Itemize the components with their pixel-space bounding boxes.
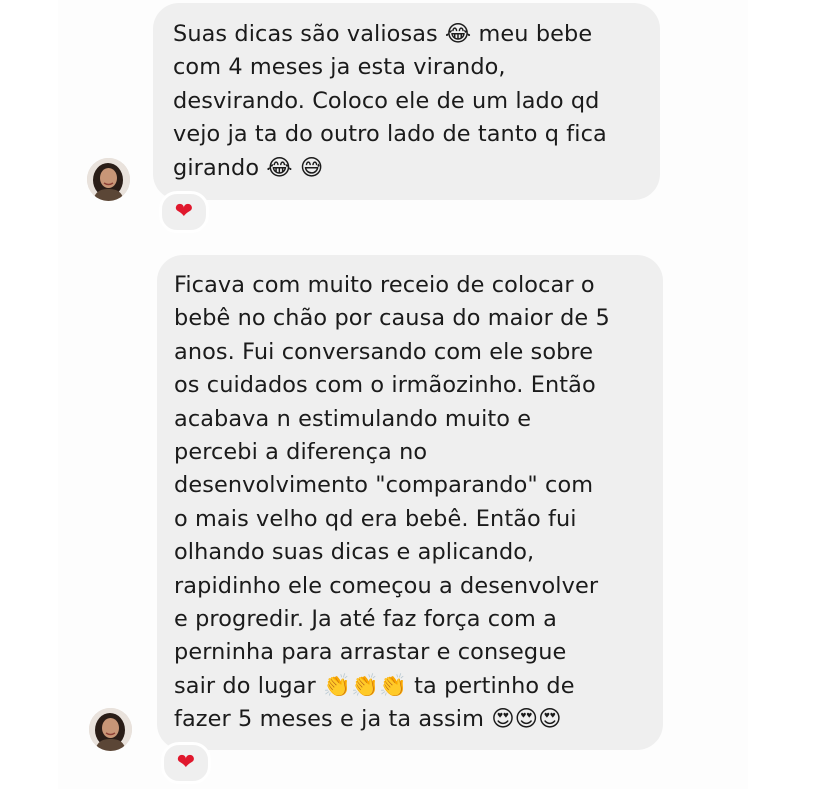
message-line: olhando suas dicas e aplicando, [174,539,535,566]
message-bubble[interactable]: Suas dicas são valiosas 😂 meu bebe com 4… [153,3,660,200]
sender-avatar[interactable] [87,158,130,201]
message-line: rapidinho ele começou a desenvolver [174,572,599,599]
reaction-badge[interactable]: ❤ [161,742,211,784]
message-bubble[interactable]: Ficava com muito receio de colocar o beb… [157,255,663,750]
message-line: Suas dicas são valiosas 😂 meu bebe [173,21,593,47]
message-line: girando 😂 😅 [173,154,324,181]
message-line: o mais velho qd era bebê. Então fui [174,505,577,532]
message-line: anos. Fui conversando com ele sobre [174,338,594,365]
message-line: e progredir. Ja até faz força com a [174,605,557,632]
message-line: Ficava com muito receio de colocar o [174,272,595,298]
message-line: percebi a diferença no [174,438,428,465]
message-line: desvirando. Coloco ele de um lado qd [173,87,600,114]
sender-avatar[interactable] [89,708,132,751]
red-heart-icon: ❤ [174,199,194,224]
message-line: com 4 meses ja esta virando, [173,54,506,81]
message-line: os cuidados com o irmãozinho. Então [174,372,596,399]
red-heart-icon: ❤ [176,750,196,775]
message-line: perninha para arrastar e consegue [174,639,567,666]
message-line: desenvolvimento "comparando" com [174,472,594,499]
message-line: sair do lugar 👏👏👏 ta pertinho de [174,672,575,699]
avatar-photo-icon [87,158,130,201]
avatar-photo-icon [89,708,132,751]
message-line: acabava n estimulando muito e [174,405,532,432]
message-line: fazer 5 meses e ja ta assim 😍😍😍 [174,706,562,733]
message-line: vejo ja ta do outro lado de tanto q fica [173,121,607,148]
message-line: bebê no chão por causa do maior de 5 [174,305,610,332]
reaction-badge[interactable]: ❤ [159,191,209,233]
